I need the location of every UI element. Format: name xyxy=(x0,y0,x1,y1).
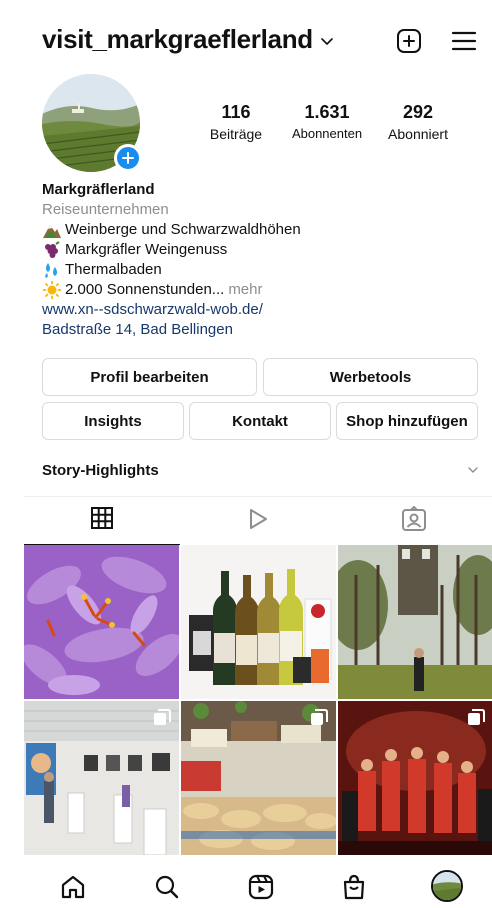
chevron-down-icon xyxy=(321,33,333,51)
username: visit_markgraeflerland xyxy=(42,24,313,54)
display-name: Markgräflerland xyxy=(42,181,155,198)
tab-reels[interactable] xyxy=(180,497,336,545)
account-switcher[interactable]: visit_markgraeflerland xyxy=(42,24,333,55)
water-drops-icon xyxy=(42,261,62,279)
stat-value: 292 xyxy=(402,102,434,122)
shop-icon[interactable] xyxy=(339,872,369,902)
bio-line: Markgräfler Weingenuss xyxy=(42,240,462,260)
search-icon[interactable] xyxy=(152,872,182,902)
multi-post-icon xyxy=(467,709,485,732)
tab-grid[interactable] xyxy=(24,497,180,545)
tab-tagged[interactable] xyxy=(336,497,492,545)
followers-count[interactable]: 1.631 Abonnenten xyxy=(282,102,372,141)
home-icon[interactable] xyxy=(58,872,88,902)
content-tabs xyxy=(24,496,492,545)
following-count[interactable]: 292 Abonniert xyxy=(378,102,458,142)
posts-grid xyxy=(24,545,492,865)
multi-post-icon xyxy=(310,709,328,732)
insights-button[interactable]: Insights xyxy=(42,402,184,440)
account-category: Reiseunternehmen xyxy=(42,201,169,218)
grapes-icon xyxy=(42,241,62,259)
contact-button[interactable]: Kontakt xyxy=(189,402,331,440)
website-link[interactable]: www.xn--sdschwarzwald-wob.de/ xyxy=(42,300,462,320)
story-highlights-title: Story-Highlights xyxy=(42,461,159,479)
stage-performance-photo[interactable] xyxy=(338,701,492,855)
edit-profile-button[interactable]: Profil bearbeiten xyxy=(42,358,257,396)
profile-bio: Markgräflerland Reiseunternehmen Weinber… xyxy=(42,180,462,340)
bio-line: 2.000 Sonnenstunden... mehr xyxy=(42,280,462,300)
profile-summary: 116 Beiträge 1.631 Abonnenten 292 Abonni… xyxy=(42,74,462,172)
posts-count[interactable]: 116 Beiträge xyxy=(196,102,276,142)
stat-label: Beiträge xyxy=(209,126,263,142)
bottom-navigation xyxy=(0,860,492,908)
menu-icon[interactable] xyxy=(449,26,479,56)
grid-icon xyxy=(90,506,114,535)
new-post-icon[interactable] xyxy=(394,26,424,56)
forest-castle-photo[interactable] xyxy=(338,545,492,699)
wine-bottles-photo[interactable] xyxy=(181,545,336,699)
art-exhibition-photo[interactable] xyxy=(24,701,179,855)
bio-text: Thermalbaden xyxy=(65,261,162,278)
chevron-down-icon xyxy=(468,461,478,479)
profile-avatar[interactable] xyxy=(431,870,463,902)
add-story-button[interactable] xyxy=(114,144,142,172)
reels-icon xyxy=(246,507,270,536)
bio-line: Thermalbaden xyxy=(42,260,462,280)
bio-line: Weinberge und Schwarzwaldhöhen xyxy=(42,220,462,240)
sun-icon xyxy=(42,280,62,300)
bio-text: 2.000 Sonnenstunden... xyxy=(65,281,225,298)
top-bar: visit_markgraeflerland xyxy=(0,0,492,80)
tagged-icon xyxy=(401,505,427,537)
bio-text: Weinberge und Schwarzwaldhöhen xyxy=(65,221,301,238)
saffron-crocus-photo[interactable] xyxy=(24,545,179,699)
more-link[interactable]: mehr xyxy=(228,280,262,300)
story-highlights-toggle[interactable]: Story-Highlights xyxy=(42,458,478,482)
stat-value: 1.631 xyxy=(304,102,350,122)
bio-text: Markgräfler Weingenuss xyxy=(65,241,228,258)
stat-label: Abonniert xyxy=(388,126,448,142)
address-link[interactable]: Badstraße 14, Bad Bellingen xyxy=(42,320,462,340)
stat-label: Abonnenten xyxy=(291,126,363,141)
stat-value: 116 xyxy=(221,102,251,122)
reels-icon[interactable] xyxy=(246,872,276,902)
multi-post-icon xyxy=(153,709,171,732)
add-shop-button[interactable]: Shop hinzufügen xyxy=(336,402,478,440)
market-stall-photo[interactable] xyxy=(181,701,336,855)
mountain-vineyard-icon xyxy=(42,221,62,239)
ad-tools-button[interactable]: Werbetools xyxy=(263,358,478,396)
